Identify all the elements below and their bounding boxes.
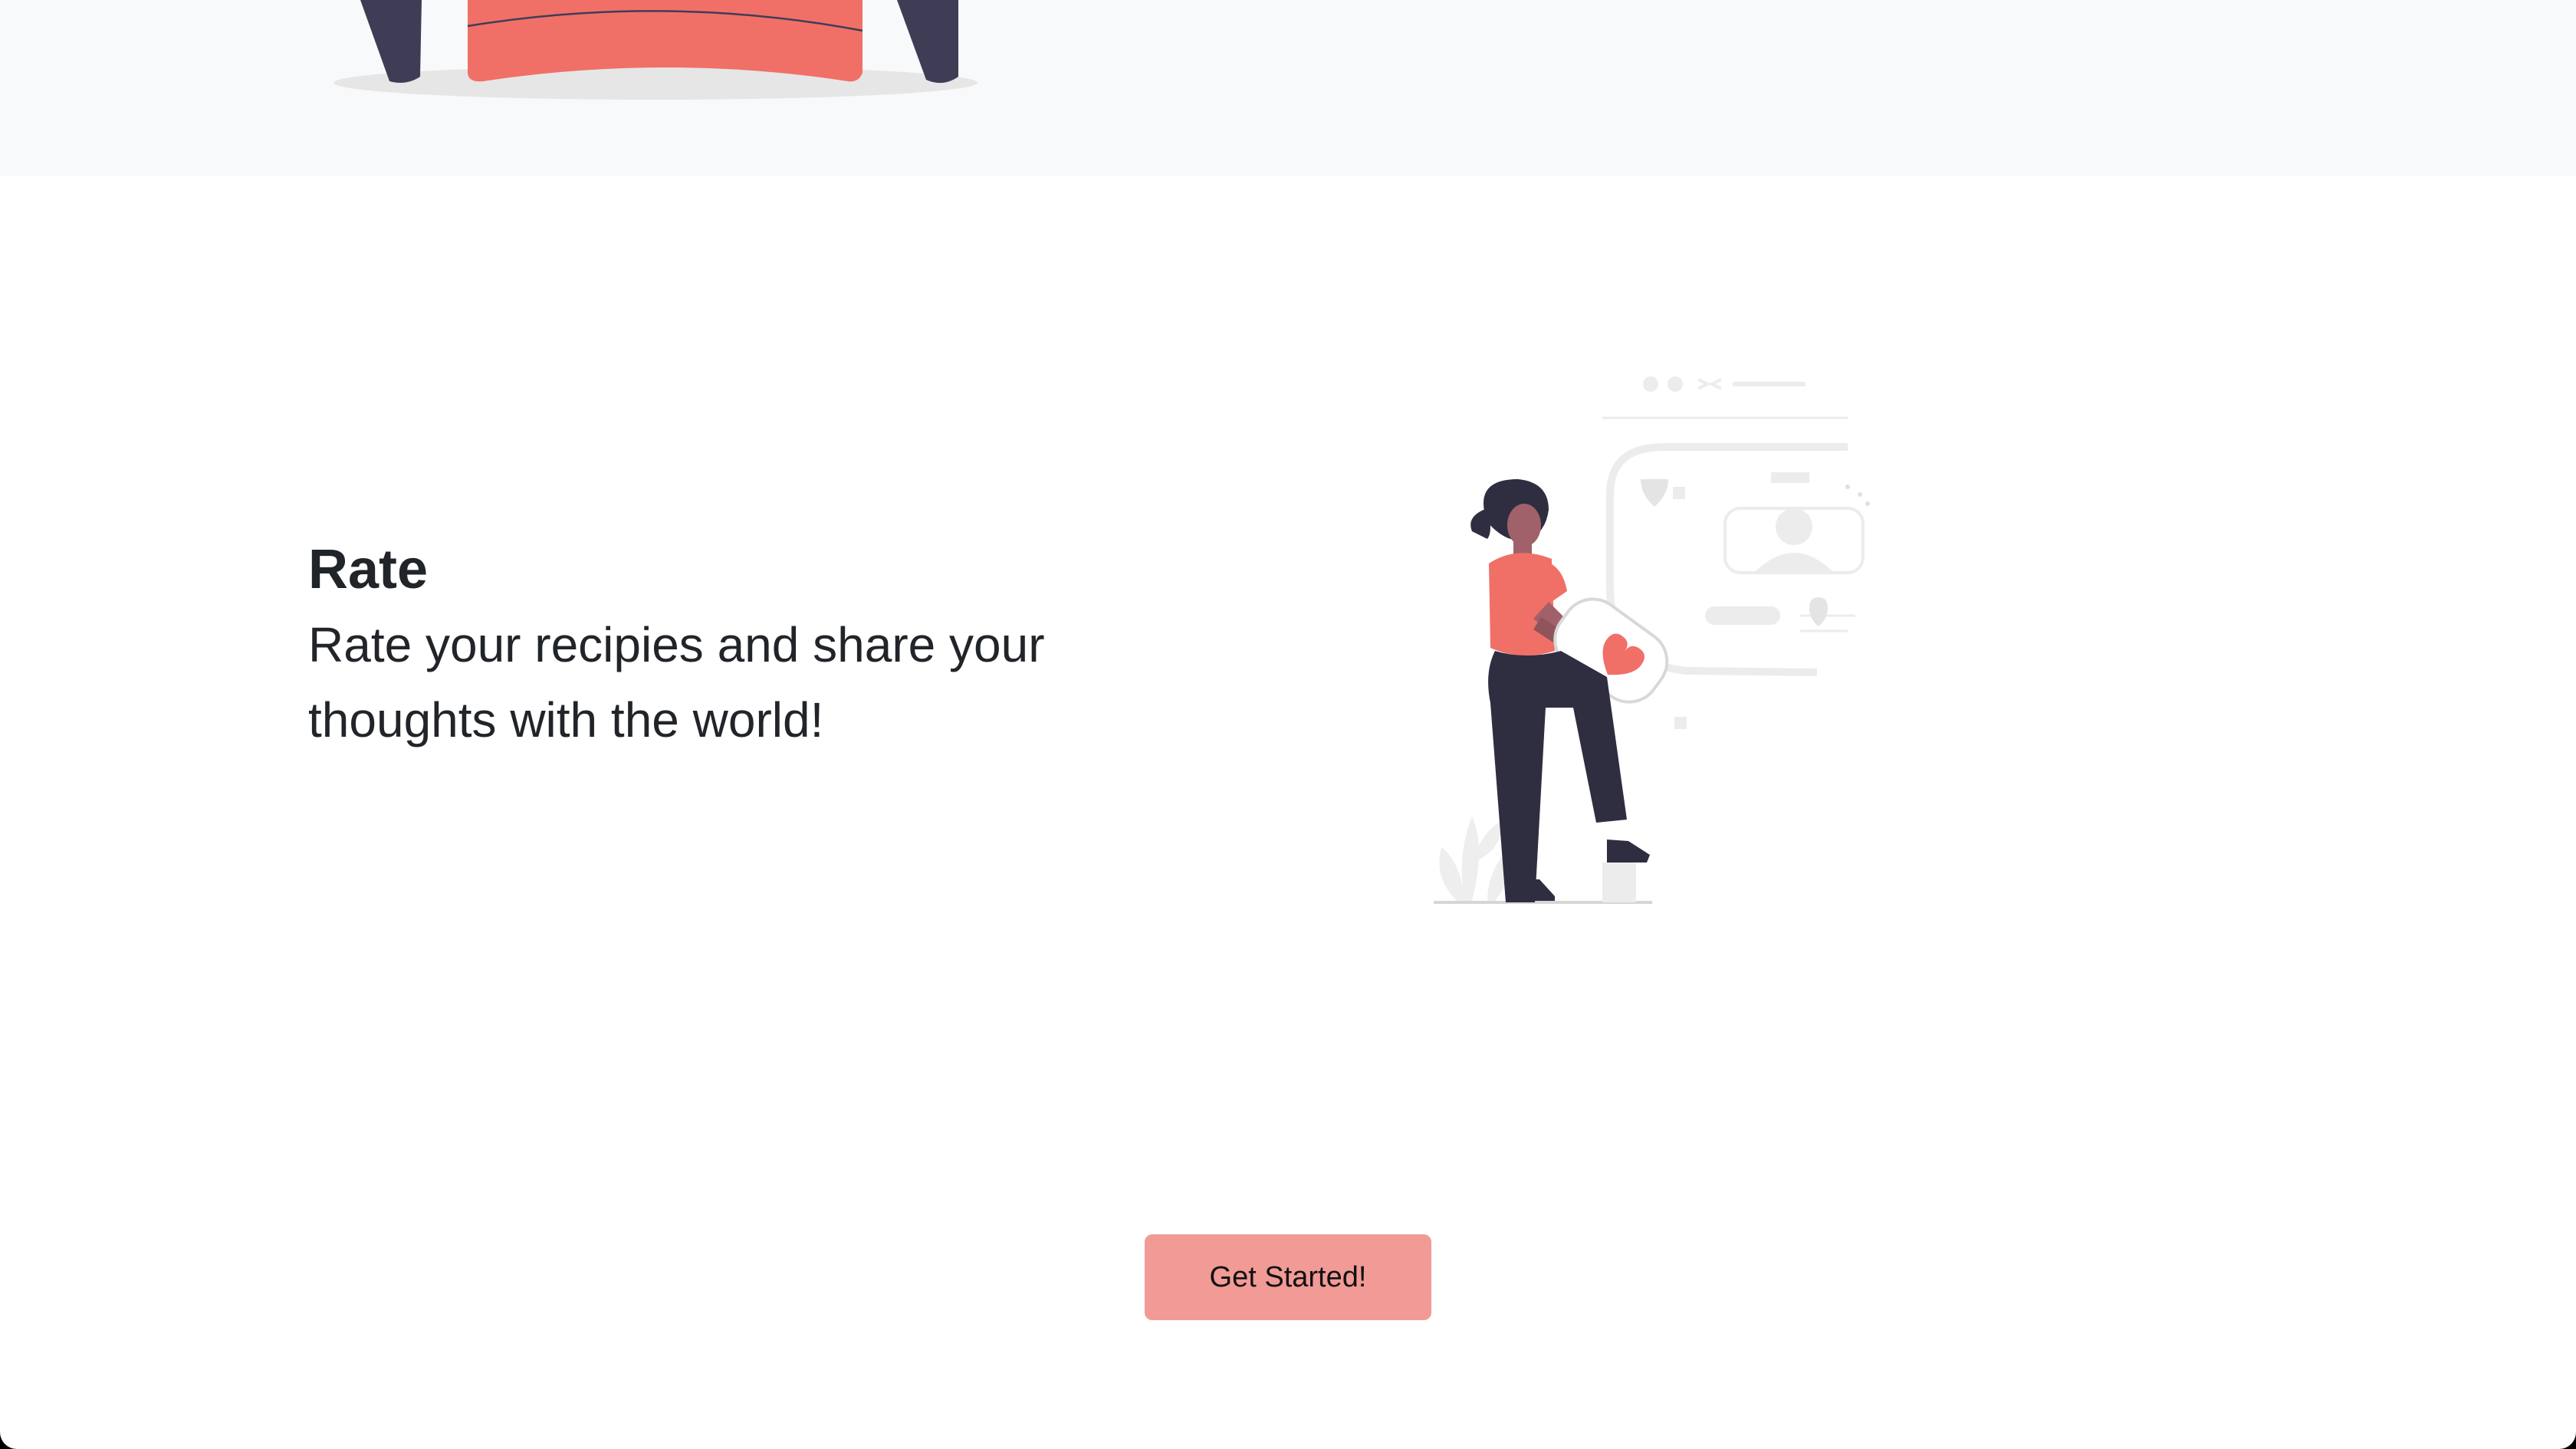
previous-section-band bbox=[0, 0, 2576, 176]
chair-illustration-icon bbox=[334, 0, 978, 100]
feature-title: Rate bbox=[308, 539, 429, 600]
rate-feature-section: Rate Rate your recipies and share your t… bbox=[0, 176, 2576, 1250]
woman-figure bbox=[1470, 479, 1669, 902]
page: Rate Rate your recipies and share your t… bbox=[0, 0, 2576, 1449]
get-started-button[interactable]: Get Started! bbox=[1145, 1234, 1431, 1320]
plant-decoration bbox=[1439, 816, 1511, 901]
feature-text-block: Rate Rate your recipies and share your t… bbox=[308, 537, 1075, 757]
feature-description: Rate your recipies and share your though… bbox=[308, 617, 1045, 748]
decor-dots bbox=[1845, 485, 1870, 506]
woman-holding-heart-illustration-icon bbox=[1434, 376, 1870, 904]
